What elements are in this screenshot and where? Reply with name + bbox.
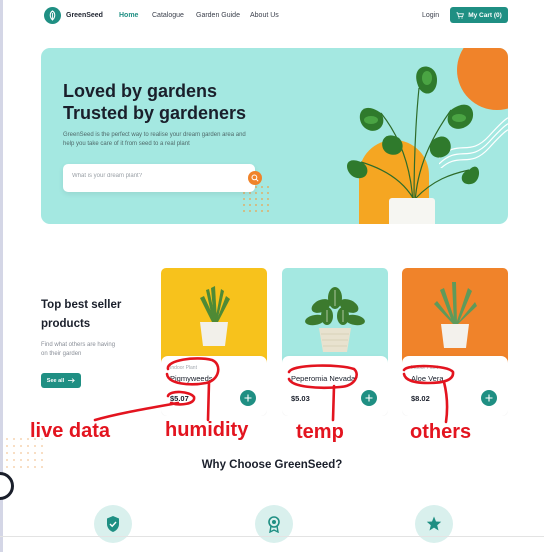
plus-icon [365, 394, 373, 402]
plant-search-bar [63, 164, 262, 192]
product-card-peperomia[interactable]: Peperomia Nevada $5.03 [282, 268, 388, 416]
product-info: Indoor Plant Aloe Vera $8.02 [402, 356, 508, 416]
feature-quality [94, 505, 132, 543]
product-info: Indoor Plant Pigmyweeds $5.07 [161, 356, 267, 416]
product-name: Peperomia Nevada [291, 374, 356, 383]
succulent-plant-image [200, 286, 230, 346]
product-category: Indoor Plant [411, 365, 438, 371]
why-choose-title: Why Choose GreenSeed? [201, 459, 343, 471]
product-info: Peperomia Nevada $5.03 [282, 356, 388, 416]
plant-pot [389, 198, 435, 224]
annotation-others: others [410, 421, 472, 443]
award-ribbon-icon [268, 516, 280, 533]
search-icon [251, 174, 259, 182]
leaf-logo-icon [44, 7, 61, 24]
product-card-aloe-vera[interactable]: Indoor Plant Aloe Vera $8.02 [402, 268, 508, 416]
hero-title: Loved by gardens Trusted by gardeners [63, 80, 246, 124]
scroll-indicator[interactable] [0, 472, 14, 500]
cart-button[interactable]: My Cart (0) [450, 7, 508, 23]
best-seller-subtitle: Find what others are having on their gar… [41, 342, 116, 357]
hero-banner: Loved by gardens Trusted by gardeners Gr… [41, 48, 508, 224]
plus-icon [244, 394, 252, 402]
product-name: Aloe Vera [411, 374, 444, 383]
nav-link-garden-guide[interactable]: Garden Guide [196, 12, 240, 19]
search-input[interactable] [72, 173, 222, 179]
top-navigation: GreenSeed Home Catalogue Garden Guide Ab… [0, 0, 544, 34]
best-seller-title: Top best seller products [41, 296, 121, 334]
best-seller-title-line-2: products [41, 318, 91, 330]
hero-subtitle: GreenSeed is the perfect way to realise … [63, 132, 246, 147]
feature-award [255, 505, 293, 543]
annotation-humidity: humidity [165, 419, 249, 441]
arrow-right-icon [68, 378, 76, 383]
hero-title-line-1: Loved by gardens [63, 81, 218, 101]
login-link[interactable]: Login [422, 12, 439, 19]
peperomia-plant-image [305, 287, 365, 352]
product-card-pigmyweeds[interactable]: Indoor Plant Pigmyweeds $5.07 [161, 268, 267, 416]
product-category: Indoor Plant [170, 365, 197, 371]
product-price: $5.03 [291, 394, 310, 403]
nav-link-catalogue[interactable]: Catalogue [152, 12, 184, 19]
product-name: Pigmyweeds [170, 374, 213, 383]
page-bottom-edge [0, 536, 544, 537]
brand-logo[interactable]: GreenSeed [44, 7, 103, 24]
plus-icon [485, 394, 493, 402]
aloe-plant-image [434, 282, 477, 348]
see-all-label: See all [46, 377, 65, 384]
product-price: $8.02 [411, 394, 430, 403]
add-to-cart-button[interactable] [481, 390, 497, 406]
hero-title-line-2: Trusted by gardeners [63, 103, 247, 123]
brand-name: GreenSeed [66, 12, 103, 19]
annotation-temp: temp [296, 421, 344, 443]
cart-label: My Cart (0) [468, 11, 502, 19]
feature-rating [415, 505, 453, 543]
add-to-cart-button[interactable] [240, 390, 256, 406]
product-price: $5.07 [170, 394, 189, 403]
cart-icon [456, 11, 465, 19]
nav-link-about-us[interactable]: About Us [250, 12, 279, 19]
search-button[interactable] [248, 171, 262, 185]
shield-check-icon [107, 516, 119, 532]
star-icon [426, 516, 442, 531]
best-seller-title-line-1: Top best seller [41, 299, 122, 311]
add-to-cart-button[interactable] [361, 390, 377, 406]
monstera-plant-image [347, 66, 480, 204]
see-all-button[interactable]: See all [41, 373, 81, 388]
nav-link-home[interactable]: Home [119, 12, 138, 19]
